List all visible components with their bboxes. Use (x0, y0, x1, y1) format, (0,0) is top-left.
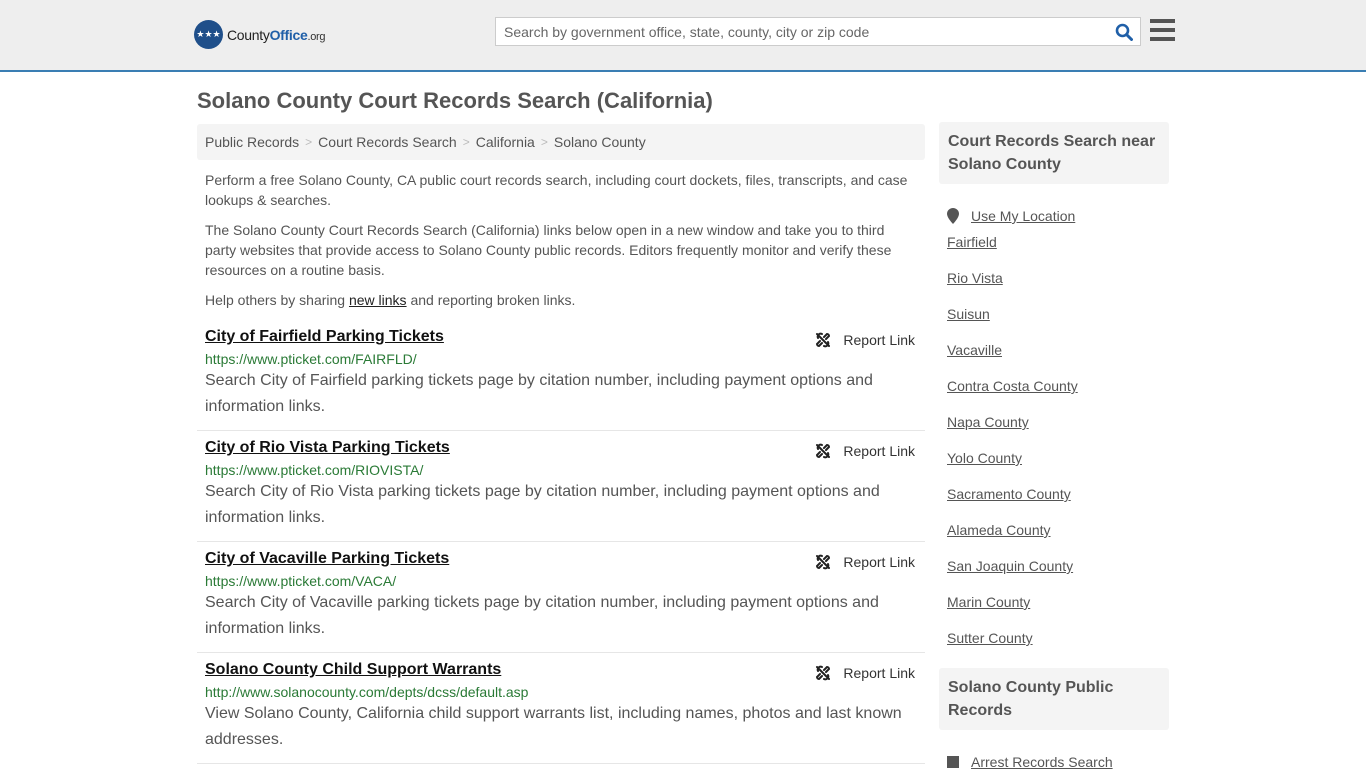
records-item: Arrest Records Search (947, 744, 1161, 780)
listing-url: https://www.pticket.com/RIOVISTA/ (205, 462, 424, 478)
breadcrumb-item[interactable]: California (476, 134, 535, 150)
search-button[interactable] (1108, 18, 1140, 45)
listing-url: https://www.pticket.com/VACA/ (205, 573, 397, 589)
share-paragraph: Help others by sharing new links and rep… (197, 290, 925, 310)
nearby-link[interactable]: Rio Vista (947, 270, 1003, 286)
report-link-button[interactable]: Report Link (815, 443, 915, 459)
broken-link-icon (816, 554, 831, 570)
nearby-link[interactable]: Yolo County (947, 450, 1022, 466)
share-text: Help others by sharing (205, 292, 349, 308)
nearby-item: Sacramento County (947, 486, 1161, 522)
broken-link-icon (816, 443, 831, 459)
listing-item: Solano County Child Support Warrants htt… (197, 653, 925, 764)
use-location-item: Use My Location (947, 198, 1161, 234)
report-link-label: Report Link (843, 332, 915, 348)
nearby-link[interactable]: Contra Costa County (947, 378, 1078, 394)
use-my-location-link[interactable]: Use My Location (971, 208, 1075, 224)
listing-description: Search City of Fairfield parking tickets… (205, 372, 873, 415)
broken-link-icon (816, 332, 831, 348)
intro-paragraph: The Solano County Court Records Search (… (205, 222, 892, 278)
sidebar-heading: Solano County Public Records (939, 668, 1169, 730)
nearby-item: Vacaville (947, 342, 1161, 378)
map-marker-icon (947, 208, 959, 224)
new-links-link[interactable]: new links (349, 292, 407, 308)
search-bar (495, 17, 1141, 46)
listing-item: City of Rio Vista Parking Tickets https:… (197, 431, 925, 542)
sidebar: Court Records Search near Solano County … (939, 122, 1169, 780)
nearby-link[interactable]: Sutter County (947, 630, 1033, 646)
search-input[interactable] (496, 18, 1108, 45)
listing-url: http://www.solanocounty.com/depts/dcss/d… (205, 684, 529, 700)
report-link-button[interactable]: Report Link (815, 332, 915, 348)
nearby-item: Suisun (947, 306, 1161, 342)
nearby-item: San Joaquin County (947, 558, 1161, 594)
listing-description: View Solano County, California child sup… (205, 705, 902, 748)
nearby-link[interactable]: Napa County (947, 414, 1029, 430)
breadcrumb-item[interactable]: Court Records Search (318, 134, 457, 150)
listing-title[interactable]: City of Rio Vista Parking Tickets (205, 439, 450, 457)
listing-title[interactable]: City of Vacaville Parking Tickets (205, 550, 449, 568)
logo-eagle-icon: ★★★ (194, 20, 223, 49)
nearby-link[interactable]: Fairfield (947, 234, 997, 250)
breadcrumb-separator: > (462, 135, 470, 149)
nearby-item: Contra Costa County (947, 378, 1161, 414)
nearby-item: Marin County (947, 594, 1161, 630)
nearby-link[interactable]: Sacramento County (947, 486, 1071, 502)
breadcrumb-separator: > (540, 135, 548, 149)
logo-text: County (227, 26, 270, 43)
listing-title[interactable]: City of Fairfield Parking Tickets (205, 328, 444, 346)
report-link-label: Report Link (843, 665, 915, 681)
listing-item: City of Vacaville Parking Tickets https:… (197, 542, 925, 653)
nearby-link[interactable]: Marin County (947, 594, 1030, 610)
report-link-button[interactable]: Report Link (815, 554, 915, 570)
nearby-link[interactable]: Alameda County (947, 522, 1051, 538)
listing-title[interactable]: Solano County Child Support Warrants (205, 661, 501, 679)
nearby-item: Rio Vista (947, 270, 1161, 306)
listing-description: Search City of Vacaville parking tickets… (205, 594, 879, 637)
nearby-link[interactable]: Suisun (947, 306, 990, 322)
nearby-link[interactable]: Vacaville (947, 342, 1002, 358)
nearby-item: Yolo County (947, 450, 1161, 486)
report-link-button[interactable]: Report Link (815, 665, 915, 681)
logo-tld: .org (307, 30, 326, 43)
nearby-item: Fairfield (947, 234, 1161, 270)
logo-text-bold: Office (269, 26, 308, 43)
listing-description: Search City of Rio Vista parking tickets… (205, 483, 880, 526)
breadcrumb: Public Records > Court Records Search > Ca… (197, 124, 925, 160)
site-header: ★★★ CountyOffice.org (0, 0, 1366, 72)
report-link-label: Report Link (843, 443, 915, 459)
report-link-label: Report Link (843, 554, 915, 570)
search-icon (1115, 23, 1133, 41)
nearby-link[interactable]: San Joaquin County (947, 558, 1073, 574)
nearby-item: Alameda County (947, 522, 1161, 558)
page-title: Solano County Court Records Search (Cali… (197, 88, 713, 113)
listing-url: https://www.pticket.com/FAIRFLD/ (205, 351, 417, 367)
broken-link-icon (816, 665, 831, 681)
share-text: and reporting broken links. (406, 292, 576, 308)
logo[interactable]: ★★★ CountyOffice.org (194, 20, 326, 49)
nearby-item: Napa County (947, 414, 1161, 450)
breadcrumb-item[interactable]: Solano County (554, 134, 646, 150)
listing-item: City of Fairfield Parking Tickets https:… (197, 320, 925, 431)
intro-paragraph: Perform a free Solano County, CA public … (205, 172, 908, 208)
sidebar-heading: Court Records Search near Solano County (939, 122, 1169, 184)
main-content: Perform a free Solano County, CA public … (197, 170, 925, 764)
breadcrumb-item[interactable]: Public Records (205, 134, 299, 150)
records-icon (947, 756, 959, 768)
breadcrumb-separator: > (305, 135, 313, 149)
hamburger-menu-icon[interactable] (1150, 19, 1175, 41)
nearby-item: Sutter County (947, 630, 1161, 666)
